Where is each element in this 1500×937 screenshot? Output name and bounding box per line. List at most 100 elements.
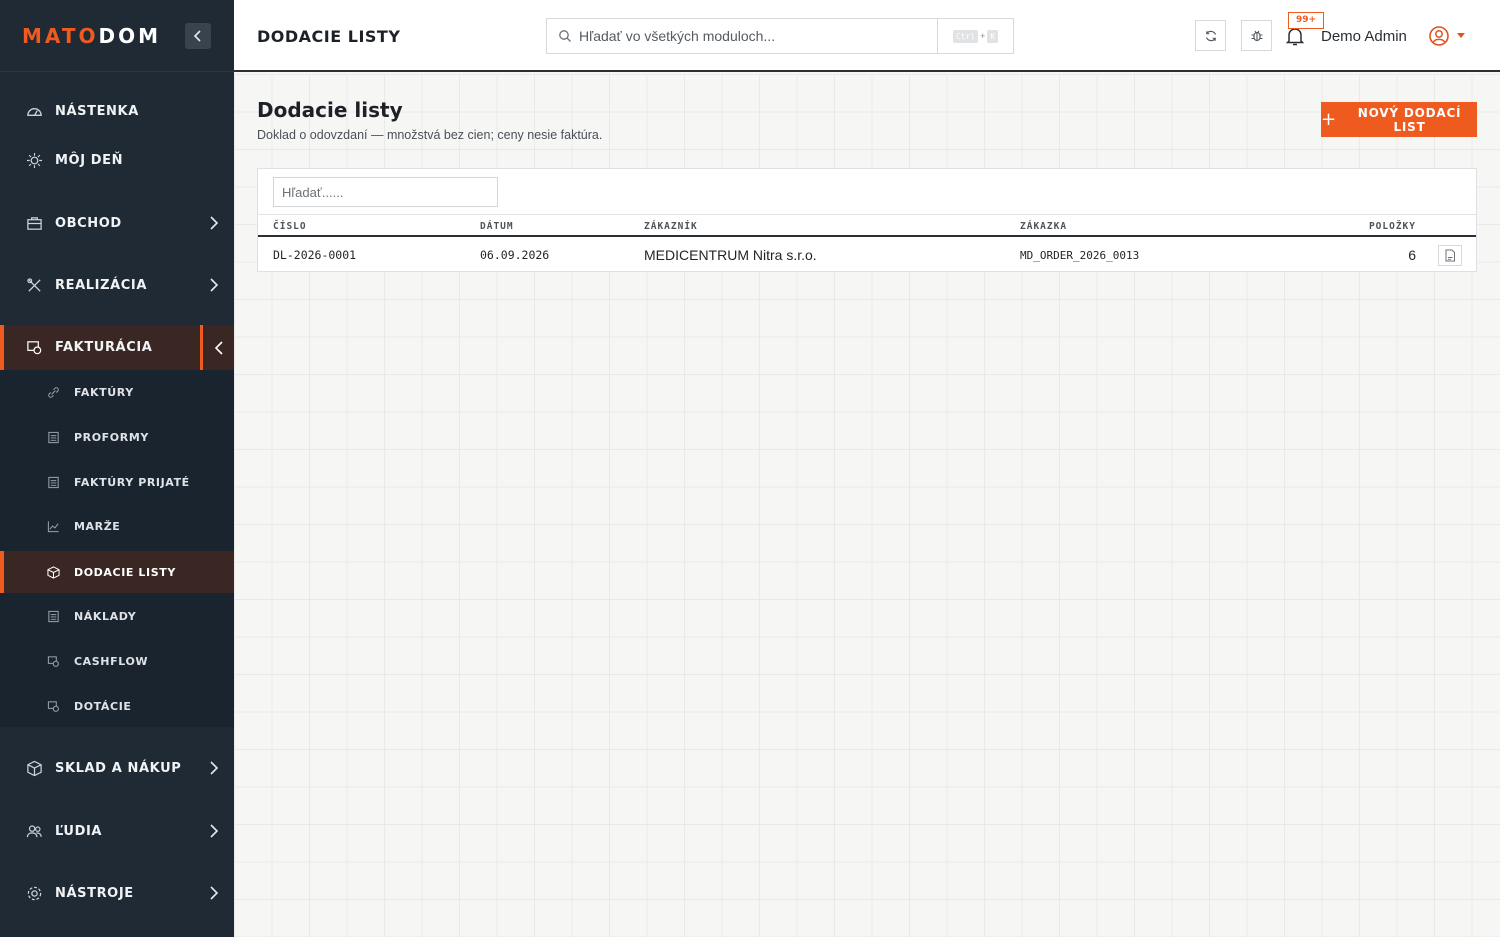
logo-right-text: DOM (98, 23, 161, 48)
sidebar-item-label: MÔJ DEŇ (55, 152, 124, 168)
tools-icon (25, 276, 43, 294)
sidebar-item-label: REALIZÁCIA (55, 277, 147, 293)
sidebar-subitem-proformy[interactable]: PROFORMY (0, 416, 234, 458)
search-icon (559, 30, 571, 42)
active-indicator (0, 551, 4, 593)
sidebar-item-label: NÁSTENKA (55, 103, 139, 119)
sidebar-item-nastroje[interactable]: NÁSTROJE (0, 871, 234, 915)
sidebar-item-nastenka[interactable]: NÁSTENKA (0, 90, 234, 132)
collapse-sidebar-button[interactable] (185, 23, 211, 49)
new-button-label: NOVÝ DODACÍ LIST (1357, 105, 1462, 134)
chevron-right-icon (210, 761, 219, 775)
document-icon (46, 475, 60, 489)
active-indicator (0, 325, 4, 370)
column-header-datum[interactable]: DÁTUM (480, 221, 514, 232)
gauge-icon (25, 102, 43, 120)
gear-icon (25, 884, 43, 902)
refresh-icon (1205, 30, 1216, 41)
sidebar-item-label: ĽUDIA (55, 823, 103, 839)
sidebar-subitem-label: DOTÁCIE (74, 699, 132, 713)
sidebar-subitem-label: FAKTÚRY (74, 385, 134, 399)
bug-icon (1251, 30, 1262, 41)
table-row[interactable]: DL-2026-0001 06.09.2026 MEDICENTRUM Nitr… (258, 238, 1476, 271)
sun-icon (25, 151, 43, 169)
sidebar-item-fakturacia[interactable]: FAKTURÁCIA (0, 325, 234, 370)
chevron-right-icon (210, 278, 219, 292)
sidebar: MATODOM NÁSTENKA MÔJ DEŇ OBCHOD REALIZÁC… (0, 0, 234, 937)
sidebar-item-ludia[interactable]: ĽUDIA (0, 809, 234, 853)
user-avatar-icon[interactable] (1429, 26, 1449, 46)
sidebar-subitem-naklady[interactable]: NÁKLADY (0, 595, 234, 637)
sidebar-subitem-label: NÁKLADY (74, 609, 137, 623)
table-header: ČÍSLO DÁTUM ZÁKAZNÍK ZÁKAZKA POLOŽKY (258, 214, 1476, 237)
sidebar-item-sklad-a-nakup[interactable]: SKLAD A NÁKUP (0, 746, 234, 790)
cell-zakaznik[interactable]: MEDICENTRUM Nitra s.r.o. (644, 247, 817, 263)
sidebar-subitem-faktury[interactable]: FAKTÚRY (0, 371, 234, 413)
page-title: DODACIE LISTY (257, 27, 401, 46)
kbd-k: K (987, 29, 999, 43)
cell-datum: 06.09.2026 (480, 248, 550, 262)
caret-down-icon[interactable] (1457, 33, 1465, 39)
sidebar-item-moj-den[interactable]: MÔJ DEŇ (0, 139, 234, 181)
chevron-right-icon (210, 216, 219, 230)
sidebar-subitem-label: FAKTÚRY PRIJATÉ (74, 475, 190, 489)
search-input[interactable] (579, 25, 929, 47)
cell-cislo[interactable]: DL-2026-0001 (273, 248, 356, 262)
refresh-button[interactable] (1195, 20, 1226, 51)
plus-icon: + (1321, 108, 1337, 130)
sidebar-subitem-faktury-prijate[interactable]: FAKTÚRY PRIJATÉ (0, 461, 234, 503)
page-heading: Dodacie listy (257, 98, 403, 122)
column-header-zakazka[interactable]: ZÁKAZKA (1020, 221, 1067, 232)
delivery-notes-table-card: ČÍSLO DÁTUM ZÁKAZNÍK ZÁKAZKA POLOŽKY DL-… (257, 168, 1477, 272)
sidebar-item-label: OBCHOD (55, 215, 122, 231)
sidebar-subitem-marze[interactable]: MARŽE (0, 505, 234, 547)
notifications-bell-icon[interactable] (1286, 26, 1304, 46)
chevron-left-icon (193, 30, 201, 42)
column-header-cislo[interactable]: ČÍSLO (273, 221, 307, 232)
billing-icon (25, 339, 43, 357)
table-search-input[interactable] (273, 177, 498, 207)
main-content: Dodacie listy Doklad o odovzdaní — množs… (234, 74, 1500, 937)
sidebar-item-obchod[interactable]: OBCHOD (0, 201, 234, 245)
chart-line-icon (46, 519, 60, 533)
sidebar-subitem-dotacie[interactable]: DOTÁCIE (0, 685, 234, 727)
sidebar-item-realizacia[interactable]: REALIZÁCIA (0, 263, 234, 307)
sidebar-subitem-dodacie-listy[interactable]: DODACIE LISTY (0, 551, 234, 593)
kbd-ctrl: Ctrl (952, 29, 979, 43)
pdf-file-icon (1445, 249, 1455, 262)
page-subtitle: Doklad o odovzdaní — množstvá bez cien; … (257, 128, 603, 142)
document-icon (46, 430, 60, 444)
debug-button[interactable] (1241, 20, 1272, 51)
sidebar-subitem-label: CASHFLOW (74, 654, 149, 668)
people-icon (25, 822, 43, 840)
global-search[interactable]: Ctrl + K (546, 18, 1014, 54)
sidebar-subitem-label: DODACIE LISTY (74, 565, 176, 579)
user-name[interactable]: Demo Admin (1321, 28, 1407, 45)
box-icon (25, 759, 43, 777)
download-pdf-button[interactable] (1438, 245, 1462, 266)
sidebar-subitem-label: MARŽE (74, 519, 121, 533)
sidebar-item-label: SKLAD A NÁKUP (55, 760, 182, 776)
chevron-left-icon (214, 340, 223, 355)
column-header-zakaznik[interactable]: ZÁKAZNÍK (644, 221, 698, 232)
collapse-section-button[interactable] (200, 325, 234, 370)
brand: MATODOM (0, 0, 234, 72)
package-icon (46, 565, 60, 579)
document-icon (46, 609, 60, 623)
notification-badge: 99+ (1288, 12, 1324, 29)
billing-icon (46, 699, 60, 713)
sidebar-item-label: FAKTURÁCIA (55, 340, 153, 355)
column-header-polozky[interactable]: POLOŽKY (1369, 221, 1416, 232)
sidebar-subitem-label: PROFORMY (74, 430, 149, 444)
topbar: DODACIE LISTY Ctrl + K 99+ Demo Admin (234, 0, 1500, 72)
billing-icon (46, 654, 60, 668)
chevron-right-icon (210, 886, 219, 900)
cell-zakazka[interactable]: MD_ORDER_2026_0013 (1020, 249, 1139, 262)
new-delivery-note-button[interactable]: + NOVÝ DODACÍ LIST (1321, 102, 1477, 137)
sidebar-subitem-cashflow[interactable]: CASHFLOW (0, 640, 234, 682)
link-icon (46, 385, 60, 399)
logo[interactable]: MATODOM (22, 24, 161, 48)
fakturacia-submenu: FAKTÚRY PROFORMY FAKTÚRY PRIJATÉ MARŽE D… (0, 370, 234, 727)
cell-polozky: 6 (1408, 247, 1416, 263)
logo-left-text: MATO (22, 23, 99, 48)
